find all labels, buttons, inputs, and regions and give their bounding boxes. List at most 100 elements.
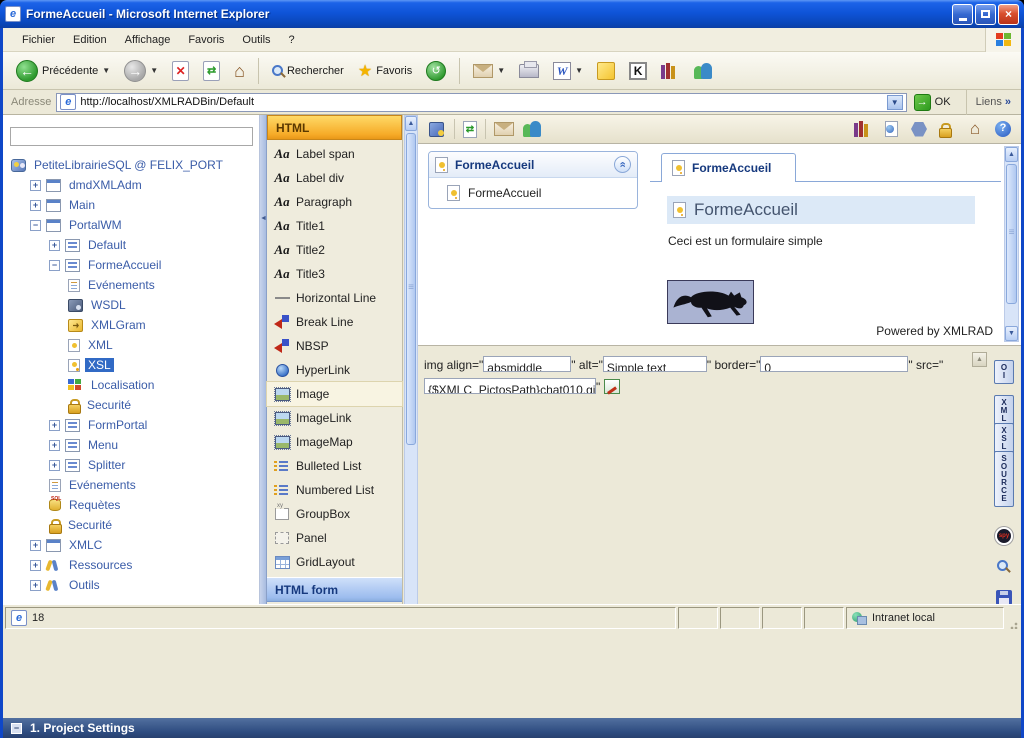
tree-item-securit-[interactable]: Securité <box>3 395 259 415</box>
tree-search-input[interactable] <box>10 127 253 146</box>
refresh-button[interactable]: ⇄ <box>198 58 225 84</box>
palette-item-gridlayout[interactable]: GridLayout <box>267 550 402 574</box>
address-dropdown-icon[interactable]: ▼ <box>887 95 903 110</box>
tree-item-label[interactable]: FormeAccueil <box>85 258 164 272</box>
palette-item-label-div[interactable]: AaLabel div <box>267 166 402 190</box>
tree-item-localisation[interactable]: Localisation <box>3 375 259 395</box>
note-button[interactable] <box>592 59 620 83</box>
edit-property-icon[interactable] <box>604 379 620 394</box>
word-dropdown-icon[interactable]: ▼ <box>575 66 583 75</box>
scroll-down-icon[interactable]: ▼ <box>1005 326 1018 341</box>
tree-item-menu[interactable]: +Menu <box>3 435 259 455</box>
print-button[interactable] <box>514 61 544 81</box>
palette-item-numbered-list[interactable]: Numbered List <box>267 478 402 502</box>
preview-scrollbar[interactable]: ▲ ▼ <box>1004 146 1019 342</box>
favorites-button[interactable]: ★ Favoris <box>353 58 417 84</box>
links-chevron-icon[interactable]: » <box>1005 96 1011 108</box>
tree-item-outils[interactable]: + Outils <box>3 575 259 595</box>
spy-icon[interactable]: spy <box>995 527 1013 545</box>
save-icon[interactable] <box>996 590 1012 605</box>
props-scroll-up-icon[interactable]: ▲ <box>972 352 987 367</box>
cat-image[interactable] <box>667 280 754 324</box>
address-input[interactable]: e http://localhost/XMLRADBin/Default ▼ <box>56 93 906 112</box>
tree-item-label[interactable]: WSDL <box>88 298 129 312</box>
stop-button[interactable]: ✕ <box>167 58 194 84</box>
tree-item-label[interactable]: dmdXMLAdm <box>66 178 145 192</box>
tree-item-label[interactable]: XML <box>85 338 116 352</box>
tree-item-label[interactable]: XMLC <box>66 538 105 552</box>
mail-dropdown-icon[interactable]: ▼ <box>497 66 505 75</box>
expand-icon[interactable]: + <box>30 560 41 571</box>
align-value-input[interactable]: absmiddle <box>483 356 571 372</box>
collapse-icon[interactable]: − <box>49 260 60 271</box>
forward-button[interactable]: → ▼ <box>119 57 163 85</box>
mail-icon[interactable] <box>494 120 514 138</box>
k-tool-button[interactable]: K <box>624 59 652 83</box>
tree-item-splitter[interactable]: +Splitter <box>3 455 259 475</box>
menu-help[interactable]: ? <box>280 31 304 49</box>
tree-item-label[interactable]: Securité <box>84 398 134 412</box>
menu-fichier[interactable]: Fichier <box>13 31 64 49</box>
document-globe-icon[interactable] <box>881 120 901 138</box>
tree-item-xmlc[interactable]: + XMLC <box>3 535 259 555</box>
library-button[interactable] <box>656 60 684 82</box>
palette-item-title1[interactable]: AaTitle1 <box>267 214 402 238</box>
tree-item-portalwm[interactable]: −PortalWM <box>3 215 259 235</box>
messenger-button[interactable] <box>688 59 718 83</box>
palette-scrollbar[interactable]: ▲ ▼ <box>404 115 418 631</box>
palette-item-break-line[interactable]: Break Line <box>267 310 402 334</box>
expand-icon[interactable]: + <box>30 200 41 211</box>
help-icon[interactable]: ? <box>993 120 1013 138</box>
mail-button[interactable]: ▼ <box>468 61 510 81</box>
back-button[interactable]: ← Précédente ▼ <box>11 57 115 85</box>
palette-item-title3[interactable]: AaTitle3 <box>267 262 402 286</box>
address-url[interactable]: http://localhost/XMLRADBin/Default <box>80 96 882 108</box>
tree-item-formeaccueil[interactable]: − FormeAccueil <box>3 255 259 275</box>
home-icon[interactable]: ⌂ <box>965 120 985 138</box>
expand-icon[interactable]: + <box>30 540 41 551</box>
expand-icon[interactable]: + <box>49 440 60 451</box>
title-bar[interactable]: e FormeAccueil - Microsoft Internet Expl… <box>0 0 1024 28</box>
back-dropdown-icon[interactable]: ▼ <box>102 66 110 75</box>
menu-outils[interactable]: Outils <box>233 31 279 49</box>
palette-item-imagelink[interactable]: ImageLink <box>267 406 402 430</box>
tree-item-label[interactable]: PortalWM <box>66 218 125 232</box>
messenger-icon[interactable] <box>522 120 542 138</box>
tree-item-default[interactable]: +Default <box>3 235 259 255</box>
lock-icon[interactable] <box>937 120 957 138</box>
minimize-button[interactable] <box>952 4 973 25</box>
refresh-page-icon[interactable]: ⇄ <box>463 121 477 138</box>
alt-value-input[interactable]: Simple text <box>603 356 707 372</box>
tree-item-label[interactable]: XSL <box>85 358 114 372</box>
palette-item-panel[interactable]: Panel <box>267 526 402 550</box>
tree-item-label[interactable]: Ressources <box>66 558 135 572</box>
tree-item-label[interactable]: Localisation <box>88 378 157 392</box>
library-icon[interactable] <box>853 120 873 138</box>
palette-item-title2[interactable]: AaTitle2 <box>267 238 402 262</box>
expand-icon[interactable]: + <box>30 580 41 591</box>
palette-item-nbsp[interactable]: NBSP <box>267 334 402 358</box>
tree-item-label[interactable]: FormPortal <box>85 418 150 432</box>
palette-item-groupbox[interactable]: GroupBox <box>267 502 402 526</box>
close-button[interactable]: × <box>998 4 1019 25</box>
scroll-up-icon[interactable]: ▲ <box>405 116 417 131</box>
border-value-input[interactable]: 0 <box>760 356 908 372</box>
scroll-thumb[interactable] <box>1006 164 1017 304</box>
hexagon-icon[interactable] <box>909 120 929 138</box>
scroll-up-icon[interactable]: ▲ <box>1005 147 1018 162</box>
tree-item-label[interactable]: Outils <box>66 578 103 592</box>
tree-item-wsdl[interactable]: WSDL <box>3 295 259 315</box>
palette-item-horizontal-line[interactable]: Horizontal Line <box>267 286 402 310</box>
tab-formeaccueil[interactable]: FormeAccueil <box>661 153 796 182</box>
tree-item-label[interactable]: Requètes <box>66 498 123 512</box>
palette-item-bulleted-list[interactable]: Bulleted List <box>267 454 402 478</box>
search-button[interactable]: Rechercher <box>267 62 349 80</box>
tree-item-ev-nements[interactable]: Evénements <box>3 475 259 495</box>
tree-splitter[interactable]: ◄ <box>260 115 267 631</box>
tree-item-label[interactable]: XMLGram <box>88 318 149 332</box>
expand-icon[interactable]: + <box>49 240 60 251</box>
edit-word-button[interactable]: W▼ <box>548 59 588 83</box>
package-icon[interactable] <box>426 120 446 138</box>
src-value-input[interactable]: {$XMLC_PictosPath}chat010.gif <box>424 378 596 394</box>
scroll-thumb[interactable] <box>406 133 416 445</box>
